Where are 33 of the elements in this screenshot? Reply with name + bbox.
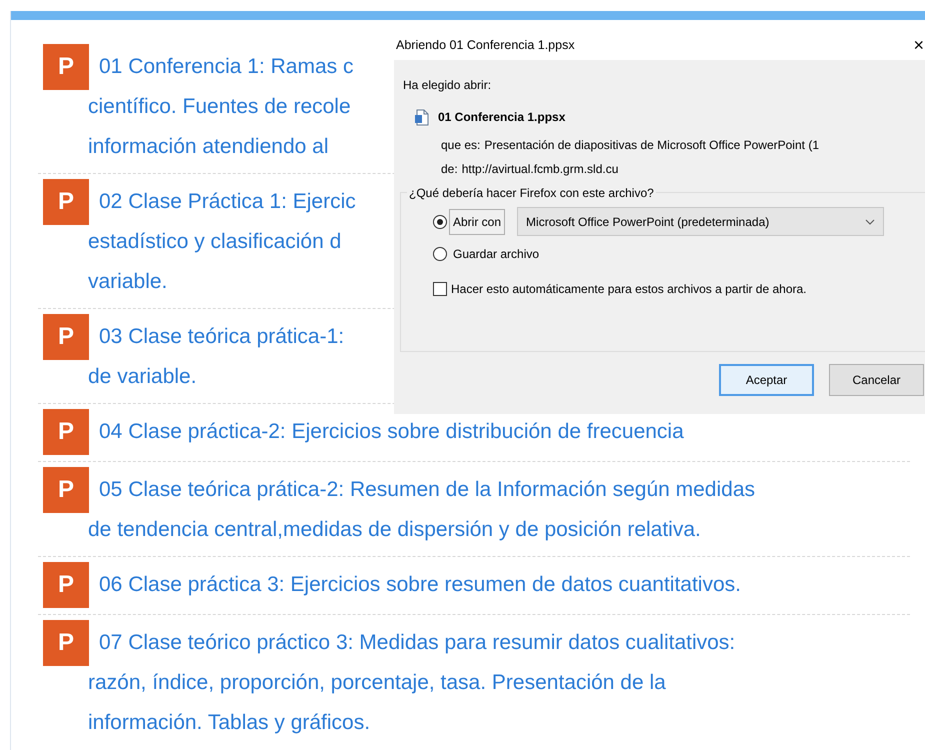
file-icon[interactable]: P bbox=[43, 620, 89, 666]
app-select[interactable]: Microsoft Office PowerPoint (predeterminada) bbox=[517, 207, 884, 236]
chevron-down-icon bbox=[865, 218, 876, 224]
close-button[interactable]: × bbox=[913, 36, 924, 54]
file-name: 01 Conferencia 1.ppsx bbox=[438, 109, 566, 126]
cancel-button[interactable]: Cancelar bbox=[829, 364, 924, 396]
file-link[interactable]: 06 Clase práctica 3: Ejercicios sobre resumen de datos cuantitativos. bbox=[88, 562, 741, 605]
file-link[interactable]: 03 Clase teórica prática-1: de variable. bbox=[88, 314, 344, 397]
file-link[interactable]: 02 Clase Práctica 1: Ejercic estadístico y clasificación d variable. bbox=[88, 179, 356, 302]
detail-value: Presentación de diapositivas de Microsoft Office PowerPoint (1 bbox=[484, 137, 819, 154]
select-value: Microsoft Office PowerPoint (predeterminada) bbox=[526, 214, 770, 230]
option-label[interactable]: Abrir con bbox=[449, 208, 506, 234]
radio-button[interactable] bbox=[433, 247, 447, 261]
file-icon[interactable]: P bbox=[43, 179, 89, 225]
option-label[interactable]: Guardar archivo bbox=[449, 241, 544, 267]
file-icon[interactable]: P bbox=[43, 314, 89, 360]
file-icon bbox=[414, 108, 430, 126]
accept-button[interactable]: Aceptar bbox=[719, 364, 814, 396]
detail-value: http://avirtual.fcmb.grm.sld.cu bbox=[462, 161, 618, 178]
detail-label: de: bbox=[441, 161, 458, 178]
detail-label: que es: bbox=[441, 137, 480, 154]
file-icon[interactable]: P bbox=[43, 44, 89, 90]
dialog-title: Abriendo 01 Conferencia 1.ppsx bbox=[396, 36, 575, 54]
checkbox-label[interactable]: Hacer esto automáticamente para estos archivos a partir de ahora. bbox=[451, 280, 807, 298]
checkbox[interactable] bbox=[433, 282, 447, 296]
file-icon[interactable]: P bbox=[43, 467, 89, 513]
file-icon[interactable]: P bbox=[43, 409, 89, 455]
file-link[interactable]: 01 Conferencia 1: Ramas c científico. Fuentes de recole información atendiendo al bbox=[88, 44, 354, 167]
file-icon[interactable]: P bbox=[43, 562, 89, 608]
file-link[interactable]: 07 Clase teórico práctico 3: Medidas para resumir datos cualitativos: razón, índice, proporción, porcentaje, tasa. Presentación de la información. Tablas y gráficos. bbox=[88, 620, 736, 743]
radio-button[interactable] bbox=[433, 214, 447, 228]
file-link[interactable]: 05 Clase teórica prática-2: Resumen de la Información según medidas de tendencia central,medidas de dispersión y de posición relativa. bbox=[88, 467, 756, 550]
intro-text: Ha elegido abrir: bbox=[403, 77, 492, 94]
